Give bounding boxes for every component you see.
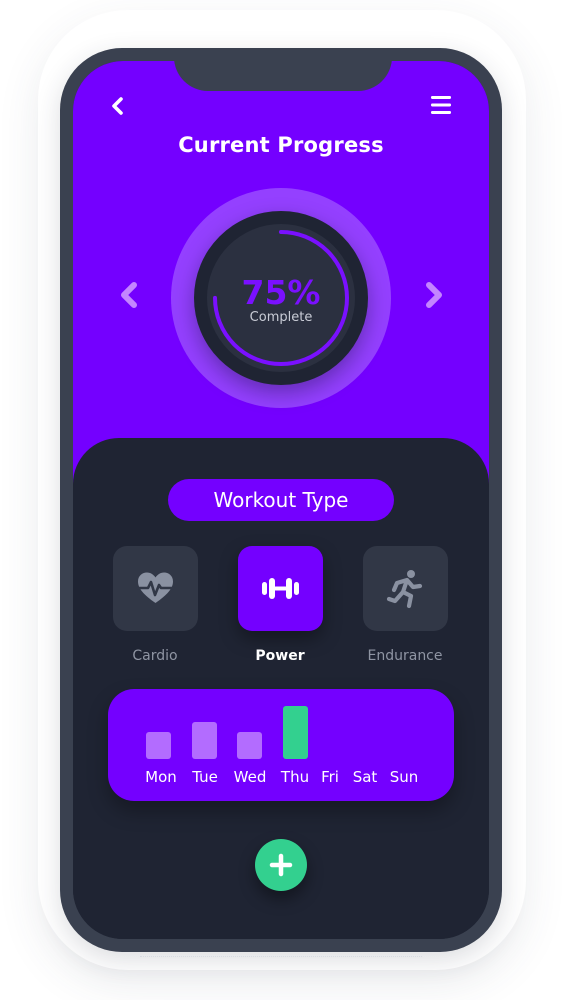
power-label: Power — [255, 648, 305, 664]
day-label-wed[interactable]: Wed — [228, 768, 272, 786]
menu-button[interactable] — [428, 93, 454, 117]
previous-arrow-button[interactable] — [113, 278, 147, 312]
day-label-sat[interactable]: Sat — [343, 768, 387, 786]
endurance-label: Endurance — [367, 648, 443, 664]
plus-icon — [269, 853, 293, 877]
back-button[interactable] — [105, 93, 131, 119]
next-arrow-button[interactable] — [416, 278, 450, 312]
chevron-right-icon — [426, 282, 442, 308]
cardio-label: Cardio — [132, 648, 178, 664]
cardio-tile[interactable] — [113, 546, 198, 631]
day-bar-thu — [283, 706, 308, 759]
chevron-left-icon — [112, 97, 123, 115]
endurance-tile[interactable] — [363, 546, 448, 631]
workout-type-button[interactable]: Workout Type — [168, 479, 394, 521]
dumbbell-icon — [262, 578, 299, 599]
day-label-tue[interactable]: Tue — [183, 768, 227, 786]
progress-percent: 75% — [241, 273, 321, 312]
weekly-activity-card: Mon Tue Wed Thu Fri Sat Sun — [108, 689, 454, 801]
progress-caption: Complete — [249, 310, 313, 325]
day-label-mon[interactable]: Mon — [139, 768, 183, 786]
day-label-sun[interactable]: Sun — [382, 768, 426, 786]
add-workout-button[interactable] — [255, 839, 307, 891]
app-screen: Current Progress 75% Complete Workout Ty… — [73, 61, 489, 939]
page-title: Current Progress — [178, 133, 384, 157]
day-bar-mon — [146, 732, 171, 759]
chevron-left-icon — [121, 282, 137, 308]
heart-pulse-icon — [136, 572, 175, 603]
floor-dots — [140, 956, 422, 959]
power-tile[interactable] — [238, 546, 323, 631]
running-person-icon — [386, 570, 423, 609]
phone-notch — [174, 61, 392, 91]
day-bar-wed — [237, 732, 262, 759]
phone-frame: Current Progress 75% Complete Workout Ty… — [60, 48, 502, 952]
hamburger-menu-icon — [431, 96, 451, 114]
day-bar-tue — [192, 722, 217, 759]
